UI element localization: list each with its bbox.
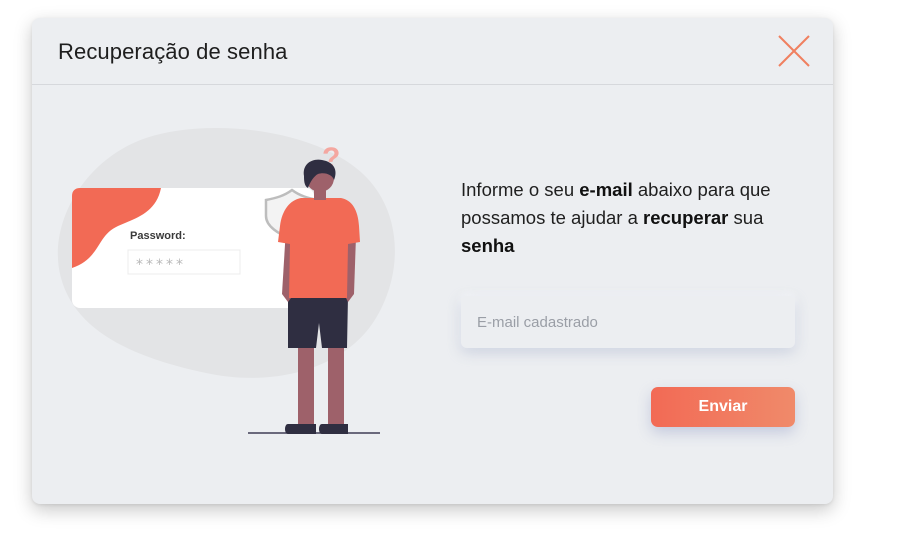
submit-button[interactable]: Enviar <box>651 387 795 427</box>
email-input[interactable] <box>461 296 795 348</box>
password-label: Password: <box>130 230 186 242</box>
instructions-bold-recover: recuperar <box>643 207 729 228</box>
instructions-segment: Informe o seu <box>461 179 580 200</box>
password-illustration: Password: ***** ? <box>57 128 395 434</box>
instructions-bold-password: senha <box>461 235 515 256</box>
close-icon[interactable] <box>776 33 812 69</box>
password-mask: ***** <box>136 257 186 273</box>
instructions-segment: sua <box>728 207 764 228</box>
instructions-text: Informe o seu e-mail abaixo para que pos… <box>461 176 801 260</box>
modal-title: Recuperação de senha <box>58 39 288 64</box>
password-recovery-modal: Recuperação de senha Password: ***** ? I… <box>32 18 833 504</box>
close-button[interactable] <box>776 33 812 69</box>
instructions-bold-email: e-mail <box>579 179 633 200</box>
modal-header: Recuperação de senha <box>32 18 833 85</box>
